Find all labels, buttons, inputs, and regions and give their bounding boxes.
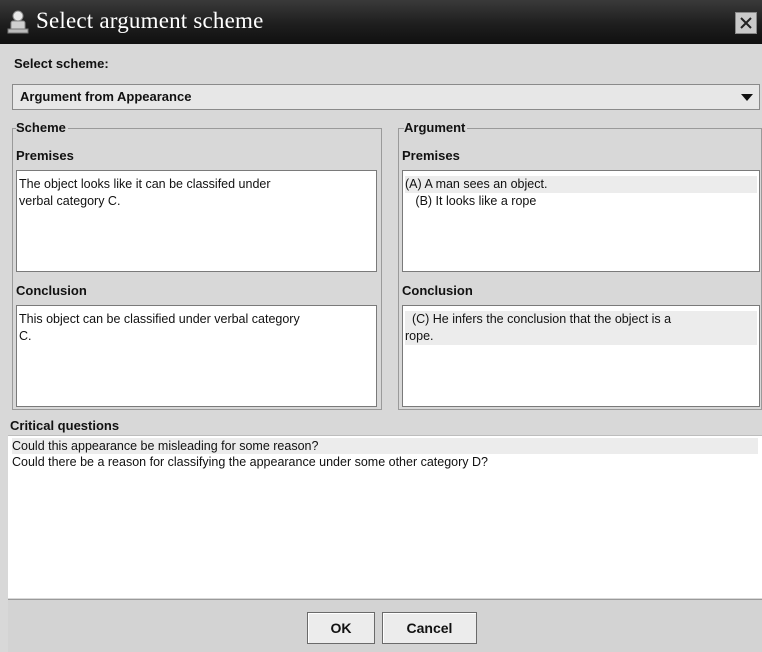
argument-conclusion-line: rope. [405,328,757,345]
scheme-group-title: Scheme [16,120,68,135]
title-bar[interactable]: Select argument scheme [0,0,762,44]
window-left-edge [0,44,8,652]
chevron-down-icon [741,94,753,101]
select-scheme-label: Select scheme: [14,56,109,71]
argument-premises-line: (B) It looks like a rope [405,194,537,208]
argument-group-title: Argument [404,120,468,135]
argument-premises-label: Premises [402,148,460,163]
close-icon [740,17,752,29]
scheme-premises-line: verbal category C. [19,194,121,208]
scheme-dropdown[interactable]: Argument from Appearance [12,84,760,110]
app-icon [6,9,30,35]
scheme-conclusion-label: Conclusion [16,283,87,298]
close-button[interactable] [735,12,757,34]
ok-button[interactable]: OK [307,612,375,644]
critical-question-item: Could this appearance be misleading for … [12,438,758,454]
cancel-button[interactable]: Cancel [382,612,477,644]
argument-premises-line: (A) A man sees an object. [405,176,757,193]
scheme-dropdown-value: Argument from Appearance [20,89,192,104]
window-title: Select argument scheme [36,8,264,33]
critical-question-item: Could there be a reason for classifying … [12,455,488,469]
argument-conclusion-line: (C) He infers the conclusion that the ob… [405,311,757,328]
argument-premises-text[interactable]: (A) A man sees an object. (B) It looks l… [402,170,760,272]
scheme-conclusion-line: This object can be classified under verb… [19,312,300,326]
scheme-conclusion-text[interactable]: This object can be classified under verb… [16,305,377,407]
scheme-premises-text[interactable]: The object looks like it can be classife… [16,170,377,272]
argument-conclusion-label: Conclusion [402,283,473,298]
critical-questions-label: Critical questions [10,418,120,433]
argument-conclusion-text[interactable]: (C) He infers the conclusion that the ob… [402,305,760,407]
button-bar: OK Cancel [8,599,762,652]
critical-questions-list[interactable]: Could this appearance be misleading for … [8,435,762,598]
scheme-conclusion-line: C. [19,329,32,343]
scheme-premises-line: The object looks like it can be classife… [19,177,271,191]
scheme-premises-label: Premises [16,148,74,163]
